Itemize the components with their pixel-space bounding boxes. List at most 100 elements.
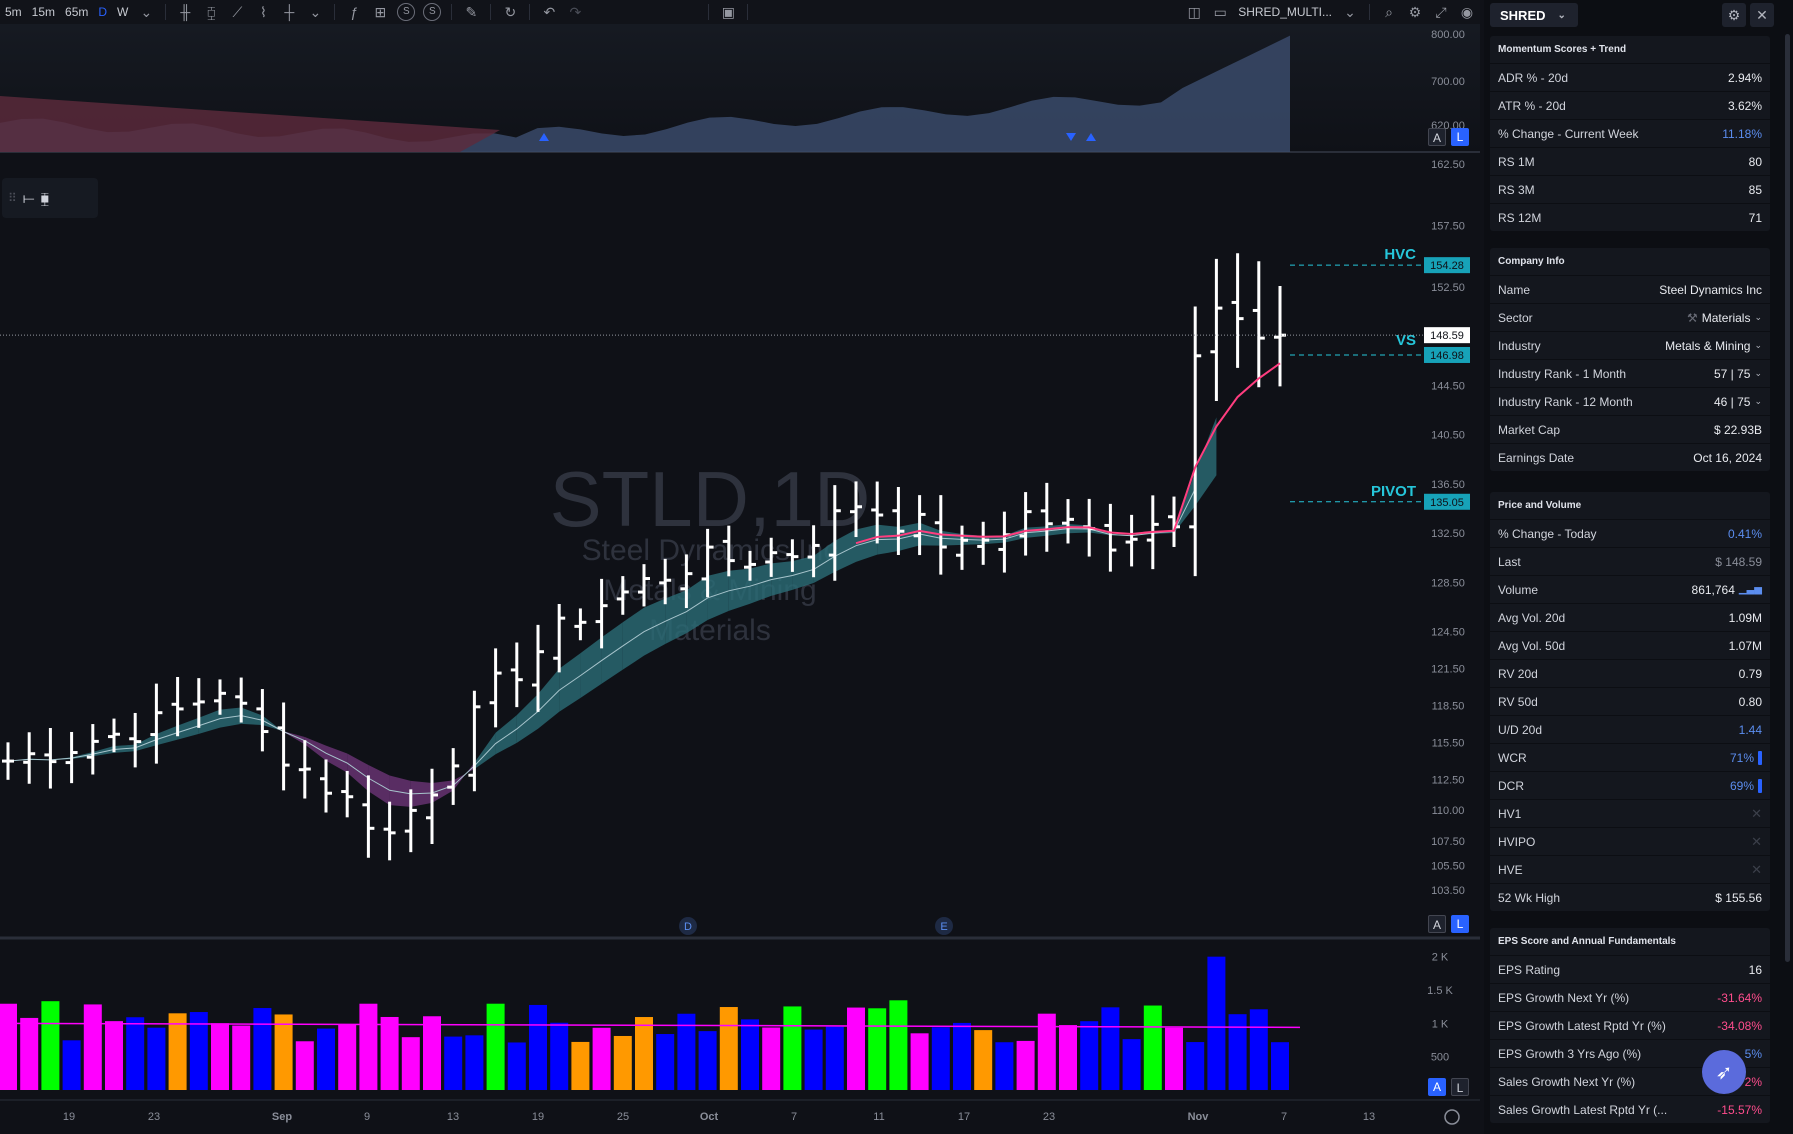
metric-label: WCR	[1498, 750, 1527, 765]
interval-15m[interactable]: 15m	[27, 0, 60, 24]
metric-value: 0.79	[1738, 666, 1762, 681]
drag-handle-icon[interactable]: ⠿	[8, 191, 17, 205]
metric-value-wrap: 1.44	[1739, 723, 1762, 737]
auto-scale-button[interactable]: A	[1428, 128, 1446, 146]
interval-d[interactable]: D	[93, 0, 112, 24]
metric-value: 80	[1748, 154, 1762, 169]
study-s-button[interactable]: S	[423, 3, 442, 21]
volume-bar	[1249, 1009, 1268, 1090]
volume-bar	[529, 1004, 547, 1090]
time-axis-label: 7	[1281, 1111, 1287, 1123]
metric-value: 16	[1748, 962, 1762, 977]
eraser-icon[interactable]: ✎	[458, 0, 484, 24]
volume-bar	[338, 1024, 357, 1090]
volume-bar	[592, 1027, 611, 1090]
metric-label: EPS Rating	[1498, 962, 1561, 977]
volume-bar	[359, 1003, 378, 1090]
layout-name[interactable]: SHRED_MULTI...	[1233, 0, 1337, 24]
metric-row: RS 1M 80	[1490, 147, 1770, 175]
volume-bar	[995, 1042, 1014, 1090]
rocket-button[interactable]: ➶	[1702, 1050, 1746, 1094]
metric-value-wrap: $ 148.59	[1715, 555, 1762, 569]
chevron-down-icon[interactable]: ⌄	[133, 0, 159, 24]
chevron-down-icon[interactable]: ⌄	[1337, 0, 1363, 24]
candle-chart-type-icon[interactable]: ⧮	[198, 0, 224, 24]
volume-bar	[317, 1028, 335, 1090]
close-icon[interactable]: ✕	[1750, 3, 1774, 27]
symbol-dropdown[interactable]: SHRED ⌄	[1490, 3, 1578, 27]
metric-value-wrap: 3.62%	[1728, 99, 1762, 113]
gear-icon[interactable]: ⚙	[1722, 3, 1746, 27]
volume-bar	[465, 1035, 484, 1090]
auto-scale-button[interactable]: A	[1428, 915, 1446, 933]
interval-5m[interactable]: 5m	[0, 0, 27, 24]
horizontal-line-icon[interactable]: ⟝	[23, 190, 35, 207]
metric-value: 5%	[1744, 1046, 1762, 1061]
gear-icon[interactable]: ⚙	[1402, 0, 1428, 24]
metric-value-wrap: ⚒ Materials ⌄	[1687, 311, 1762, 325]
metric-label: % Change - Current Week	[1498, 126, 1639, 141]
metric-row[interactable]: Industry Rank - 12 Month 46 | 75 ⌄	[1490, 387, 1770, 415]
replay-icon[interactable]: ↻	[497, 0, 523, 24]
interval-w[interactable]: W	[112, 0, 133, 24]
metric-row: Name Steel Dynamics Inc	[1490, 275, 1770, 303]
bar-chart-type-icon[interactable]: ╫	[172, 0, 198, 24]
chart-area[interactable]: 800.00 700.00 620.00 STLD,1D Steel Dynamic…	[0, 24, 1480, 1134]
metric-row[interactable]: Industry Metals & Mining ⌄	[1490, 331, 1770, 359]
layout-icon[interactable]: ◫	[1181, 0, 1207, 24]
metric-label: Industry	[1498, 338, 1541, 353]
timezone-icon[interactable]	[1444, 1109, 1460, 1125]
metric-label: Volume	[1498, 582, 1539, 597]
metric-value-wrap: -34.08%	[1717, 1019, 1762, 1033]
metric-row: HVIPO ✕	[1490, 827, 1770, 855]
metric-label: Industry Rank - 12 Month	[1498, 394, 1633, 409]
metric-value: 1.09M	[1728, 610, 1762, 625]
metric-label: RV 50d	[1498, 694, 1538, 709]
chevron-down-icon[interactable]: ⌄	[302, 0, 328, 24]
templates-icon[interactable]: ⊞	[367, 0, 393, 24]
study-s-button[interactable]: S	[397, 3, 416, 21]
level-price: 146.98	[1430, 350, 1464, 362]
metric-row: % Change - Current Week 11.18%	[1490, 119, 1770, 147]
price-scale-label: 107.50	[1431, 836, 1465, 848]
folder-icon[interactable]: ▭	[1207, 0, 1233, 24]
metric-value: 69%	[1729, 778, 1754, 793]
price-scale-label: 136.50	[1431, 479, 1465, 491]
redo-icon[interactable]: ↷	[562, 0, 588, 24]
line-chart-type-icon[interactable]: ⟋	[224, 0, 250, 24]
price-scale-label: 112.50	[1432, 774, 1465, 786]
metric-value: 71%	[1729, 750, 1754, 765]
metric-value-wrap: ✕	[1751, 806, 1762, 822]
fullscreen-icon[interactable]: ⤢	[1428, 0, 1454, 24]
volume-bar	[847, 1007, 865, 1090]
metric-row[interactable]: Industry Rank - 1 Month 57 | 75 ⌄	[1490, 359, 1770, 387]
log-scale-button[interactable]: L	[1451, 128, 1469, 146]
metric-row[interactable]: Sector ⚒ Materials ⌄	[1490, 303, 1770, 331]
chart-canvas[interactable]: 800.00700.00620.00 STLD,1D Steel Dynamic…	[0, 24, 1480, 1134]
log-scale-button[interactable]: L	[1451, 915, 1469, 933]
metric-label: RS 3M	[1498, 182, 1535, 197]
auto-scale-button[interactable]: A	[1428, 1078, 1446, 1096]
quick-search-icon[interactable]: ⌕	[1376, 0, 1402, 24]
ohlc-chart-type-icon[interactable]: ┼	[276, 0, 302, 24]
level-price: 154.28	[1430, 260, 1464, 272]
volume-bar	[868, 1008, 887, 1090]
time-axis-label: 11	[873, 1111, 884, 1123]
section-title: EPS Score and Annual Fundamentals	[1498, 936, 1676, 947]
indicator-scale-label: 800.00	[1431, 29, 1465, 41]
panel-scrollbar[interactable]	[1785, 34, 1790, 962]
calendar-icon[interactable]: ▣	[715, 0, 741, 24]
time-axis[interactable]: 19 23 Sep 9 13 19 25 Oct 7 11 17 23 Nov 7 13	[0, 1099, 1480, 1125]
log-scale-button[interactable]: L	[1451, 1078, 1469, 1096]
camera-icon[interactable]: ◉	[1454, 0, 1480, 24]
indicators-icon[interactable]: ƒ	[341, 0, 367, 24]
metric-value: $ 22.93B	[1713, 422, 1762, 437]
measure-icon[interactable]: ⧯	[40, 190, 49, 207]
metric-value-wrap: ✕	[1751, 862, 1762, 878]
price-scale-label: 140.50	[1431, 430, 1465, 442]
area-chart-type-icon[interactable]: ⌇	[250, 0, 276, 24]
interval-65m[interactable]: 65m	[60, 0, 93, 24]
divider	[490, 4, 492, 20]
price-scale-label: 152.50	[1431, 282, 1465, 294]
undo-icon[interactable]: ↶	[536, 0, 562, 24]
